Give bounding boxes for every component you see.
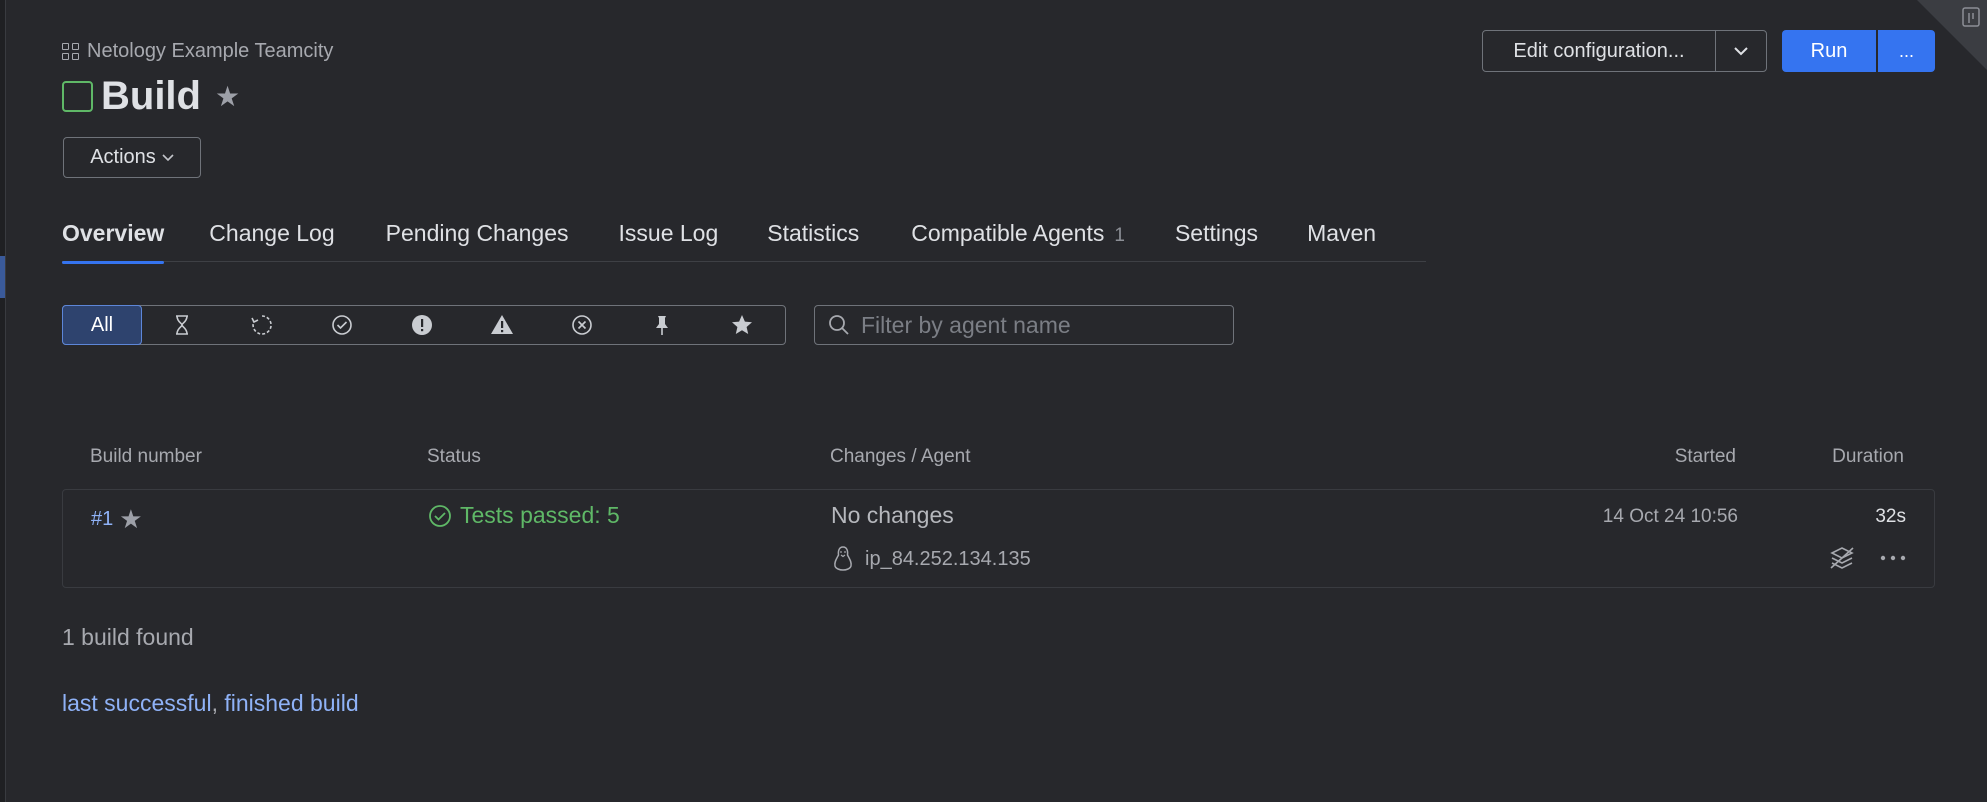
started-time: 14 Oct 24 10:56 bbox=[1602, 506, 1738, 527]
failed-icon bbox=[412, 314, 432, 335]
duration-value: 32s bbox=[1875, 506, 1906, 527]
table-header: Build number Status Changes / Agent Star… bbox=[62, 446, 1934, 472]
last-successful-link[interactable]: last successful bbox=[62, 690, 212, 716]
favorite-star-icon[interactable]: ★ bbox=[215, 80, 240, 113]
top-toolbar: Edit configuration... Run ... bbox=[1482, 30, 1935, 72]
left-sidebar-edge bbox=[0, 0, 6, 802]
chevron-down-icon bbox=[1734, 47, 1748, 56]
title-row: Build ★ bbox=[62, 74, 240, 119]
layers-icon[interactable] bbox=[1828, 545, 1856, 571]
pin-icon bbox=[656, 315, 668, 335]
success-icon bbox=[332, 314, 352, 335]
build-number-cell: #1 ★ bbox=[91, 504, 143, 535]
actions-label: Actions bbox=[90, 146, 156, 168]
project-grid-icon bbox=[62, 43, 79, 60]
tab-pending-changes[interactable]: Pending Changes bbox=[386, 216, 569, 262]
filter-pinned-button[interactable] bbox=[622, 306, 702, 343]
page-title: Build bbox=[101, 74, 201, 118]
sidebar-marker bbox=[0, 256, 5, 298]
build-status-icon bbox=[62, 81, 93, 112]
agent-filter-search bbox=[814, 305, 1234, 345]
build-status-cell[interactable]: Tests passed: 5 bbox=[428, 502, 620, 529]
more-options-icon[interactable] bbox=[1880, 555, 1906, 561]
tab-label: Change Log bbox=[209, 220, 335, 246]
edit-configuration-group: Edit configuration... bbox=[1482, 30, 1767, 72]
tab-label: Maven bbox=[1307, 220, 1377, 246]
builds-found-count: 1 build found bbox=[62, 624, 194, 650]
footer-links: last successful, finished build bbox=[62, 690, 359, 717]
tab-maven[interactable]: Maven bbox=[1307, 216, 1376, 262]
linux-icon bbox=[834, 546, 852, 571]
edit-configuration-button[interactable]: Edit configuration... bbox=[1483, 31, 1716, 71]
header-duration[interactable]: Duration bbox=[1832, 446, 1904, 468]
breadcrumb-project[interactable]: Netology Example Teamcity bbox=[87, 40, 333, 63]
row-tools bbox=[1828, 545, 1906, 571]
warning-icon bbox=[491, 314, 513, 334]
finished-build-link[interactable]: finished build bbox=[224, 690, 358, 716]
star-icon bbox=[732, 314, 752, 334]
tab-label: Statistics bbox=[767, 220, 860, 246]
success-icon bbox=[429, 504, 451, 527]
edit-dropdown-button[interactable] bbox=[1716, 31, 1766, 71]
link-separator: , bbox=[211, 690, 218, 716]
tab-change-log[interactable]: Change Log bbox=[209, 216, 334, 262]
hourglass-icon bbox=[176, 314, 188, 335]
cancelled-icon bbox=[572, 314, 592, 335]
filter-failed-button[interactable] bbox=[382, 306, 462, 343]
filter-queued-button[interactable] bbox=[142, 306, 222, 343]
chevron-down-icon bbox=[162, 153, 174, 161]
header-build-number[interactable]: Build number bbox=[90, 446, 202, 468]
header-started[interactable]: Started bbox=[1675, 446, 1736, 468]
filter-success-button[interactable] bbox=[302, 306, 382, 343]
header-status[interactable]: Status bbox=[427, 446, 481, 468]
search-icon bbox=[829, 315, 849, 335]
tab-issue-log[interactable]: Issue Log bbox=[619, 216, 719, 262]
tab-label: Settings bbox=[1174, 220, 1259, 246]
tab-settings[interactable]: Settings bbox=[1175, 216, 1258, 262]
tab-compatible-agents[interactable]: Compatible Agents 1 bbox=[911, 216, 1125, 262]
build-status-filter: All bbox=[62, 305, 786, 345]
agent-count-badge: 1 bbox=[1114, 225, 1125, 246]
tab-label: Issue Log bbox=[618, 220, 719, 246]
tab-statistics[interactable]: Statistics bbox=[767, 216, 859, 262]
run-options-button[interactable]: ... bbox=[1878, 30, 1935, 72]
breadcrumb[interactable]: Netology Example Teamcity bbox=[62, 40, 333, 63]
run-button[interactable]: Run bbox=[1782, 30, 1876, 72]
filter-running-button[interactable] bbox=[222, 306, 302, 343]
table-row[interactable]: #1 ★ Tests passed: 5 No changes ip_84.25… bbox=[62, 489, 1935, 588]
agent-name[interactable]: ip_84.252.134.135 bbox=[865, 548, 1031, 571]
running-icon bbox=[251, 314, 272, 335]
search-input[interactable] bbox=[861, 311, 1221, 339]
filter-favorite-button[interactable] bbox=[702, 306, 782, 343]
build-number-link[interactable]: #1 bbox=[91, 508, 113, 531]
filter-all-button[interactable]: All bbox=[62, 305, 142, 345]
header-changes-agent[interactable]: Changes / Agent bbox=[830, 446, 971, 468]
favorite-star-icon[interactable]: ★ bbox=[119, 504, 142, 535]
tab-bar: Overview Change Log Pending Changes Issu… bbox=[62, 216, 1426, 264]
tab-label: Pending Changes bbox=[385, 220, 569, 246]
tab-overview[interactable]: Overview bbox=[62, 216, 165, 264]
status-text[interactable]: Tests passed: 5 bbox=[460, 502, 620, 529]
actions-button[interactable]: Actions bbox=[63, 137, 201, 178]
filter-cancelled-button[interactable] bbox=[542, 306, 622, 343]
filter-warning-button[interactable] bbox=[462, 306, 542, 343]
agent-cell[interactable]: ip_84.252.134.135 bbox=[831, 545, 1031, 573]
changes-text[interactable]: No changes bbox=[831, 502, 954, 529]
tab-label: Compatible Agents bbox=[911, 220, 1105, 246]
tab-label: Overview bbox=[62, 220, 165, 246]
